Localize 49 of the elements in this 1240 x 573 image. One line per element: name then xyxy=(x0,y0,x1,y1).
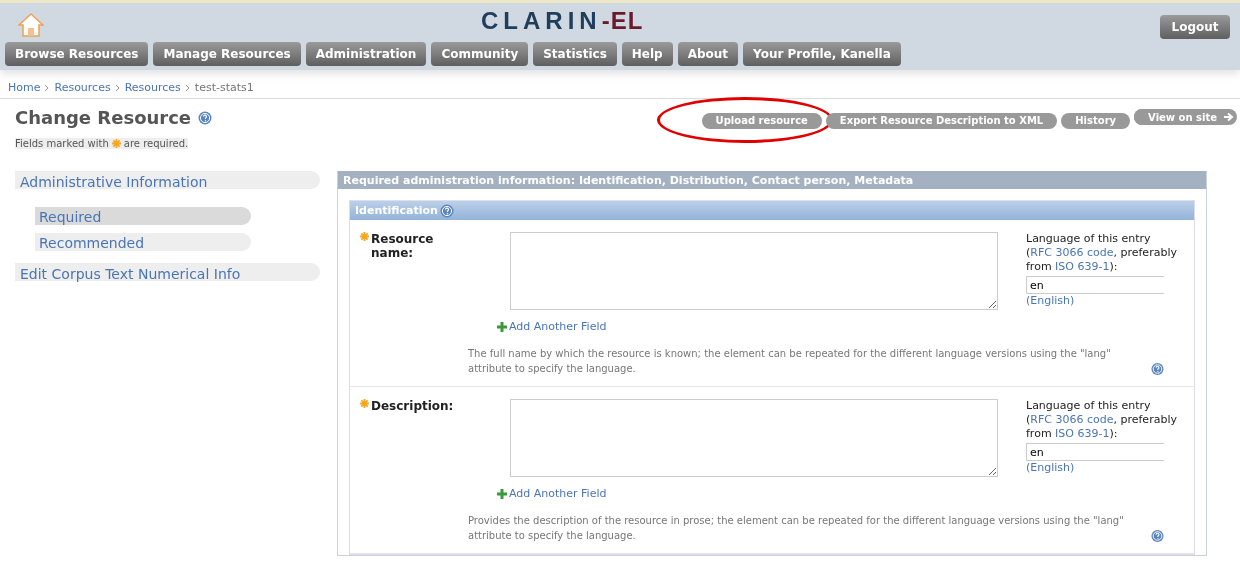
arrow-right-icon xyxy=(1223,111,1235,123)
nav-button[interactable]: About xyxy=(677,42,739,66)
iso-link[interactable]: ISO 639-1 xyxy=(1055,427,1110,440)
language-name-link[interactable]: (English) xyxy=(1026,461,1075,474)
section-title: Identification xyxy=(355,204,438,217)
add-field-link[interactable]: Add Another Field xyxy=(497,487,1018,500)
breadcrumb-link[interactable]: Resources xyxy=(54,81,111,98)
note-text: Fields marked with xyxy=(15,138,109,149)
help-icon[interactable] xyxy=(1151,529,1164,543)
breadcrumb-link[interactable]: Home xyxy=(8,81,41,98)
panel-title: Required administration information: Identification, Distribution, Contact person, Metadata xyxy=(338,171,1206,189)
action-button[interactable]: Upload resource xyxy=(701,112,822,129)
field-label: Resource name: xyxy=(371,232,435,260)
sidebar-item[interactable]: Edit Corpus Text Numerical Info xyxy=(15,263,320,281)
help-icon[interactable] xyxy=(439,203,454,218)
help-icon[interactable] xyxy=(198,110,213,125)
nav-button[interactable]: Browse Resources xyxy=(5,42,149,66)
breadcrumb-link[interactable]: Resources xyxy=(124,81,181,98)
nav-button[interactable]: Administration xyxy=(305,42,427,66)
sidebar-subitem[interactable]: Recommended xyxy=(35,233,251,251)
field-hint: Provides the description of the resource in prose; the element can be repeated for the different language versions using the "lang" attribute to specify the language. xyxy=(468,514,1125,543)
language-field[interactable]: en xyxy=(1026,443,1164,461)
logout-button[interactable]: Logout xyxy=(1160,15,1230,39)
add-field-link[interactable]: Add Another Field xyxy=(497,320,1018,333)
nav-button[interactable]: Help xyxy=(621,42,673,66)
nav-button[interactable]: Community xyxy=(431,42,529,66)
language-label: Language of this entry (RFC 3066 code, preferably from ISO 639-1): xyxy=(1026,399,1178,441)
language-label: Language of this entry (RFC 3066 code, preferably from ISO 639-1): xyxy=(1026,232,1178,274)
required-icon xyxy=(111,139,121,148)
action-button[interactable]: History xyxy=(1061,112,1131,129)
sidebar-item[interactable]: Administrative Information xyxy=(15,171,320,189)
nav-button[interactable]: Manage Resources xyxy=(153,42,301,66)
home-icon[interactable] xyxy=(18,13,44,37)
help-icon[interactable] xyxy=(1151,362,1164,376)
language-name-link[interactable]: (English) xyxy=(1026,294,1075,307)
plus-icon xyxy=(497,321,507,332)
nav-button[interactable]: Statistics xyxy=(533,42,617,66)
plus-icon xyxy=(497,488,507,499)
logo: CLARIN-EL xyxy=(481,7,644,35)
field-label: Description: xyxy=(371,399,451,413)
action-button[interactable]: Export Resource Description to XML xyxy=(825,112,1058,129)
note-text: are required. xyxy=(123,138,189,149)
sidebar-subitem[interactable]: Required xyxy=(35,207,251,225)
nav-button[interactable]: Your Profile, Kanella xyxy=(743,42,901,66)
iso-link[interactable]: ISO 639-1 xyxy=(1055,260,1110,273)
breadcrumb-current: test-stats1 xyxy=(194,81,254,96)
page-title: Change Resource xyxy=(15,107,192,128)
field-hint: The full name by which the resource is known; the element can be repeated for the different language versions using the "lang" attribute to specify the language. xyxy=(468,347,1112,376)
language-field[interactable]: en xyxy=(1026,276,1164,294)
